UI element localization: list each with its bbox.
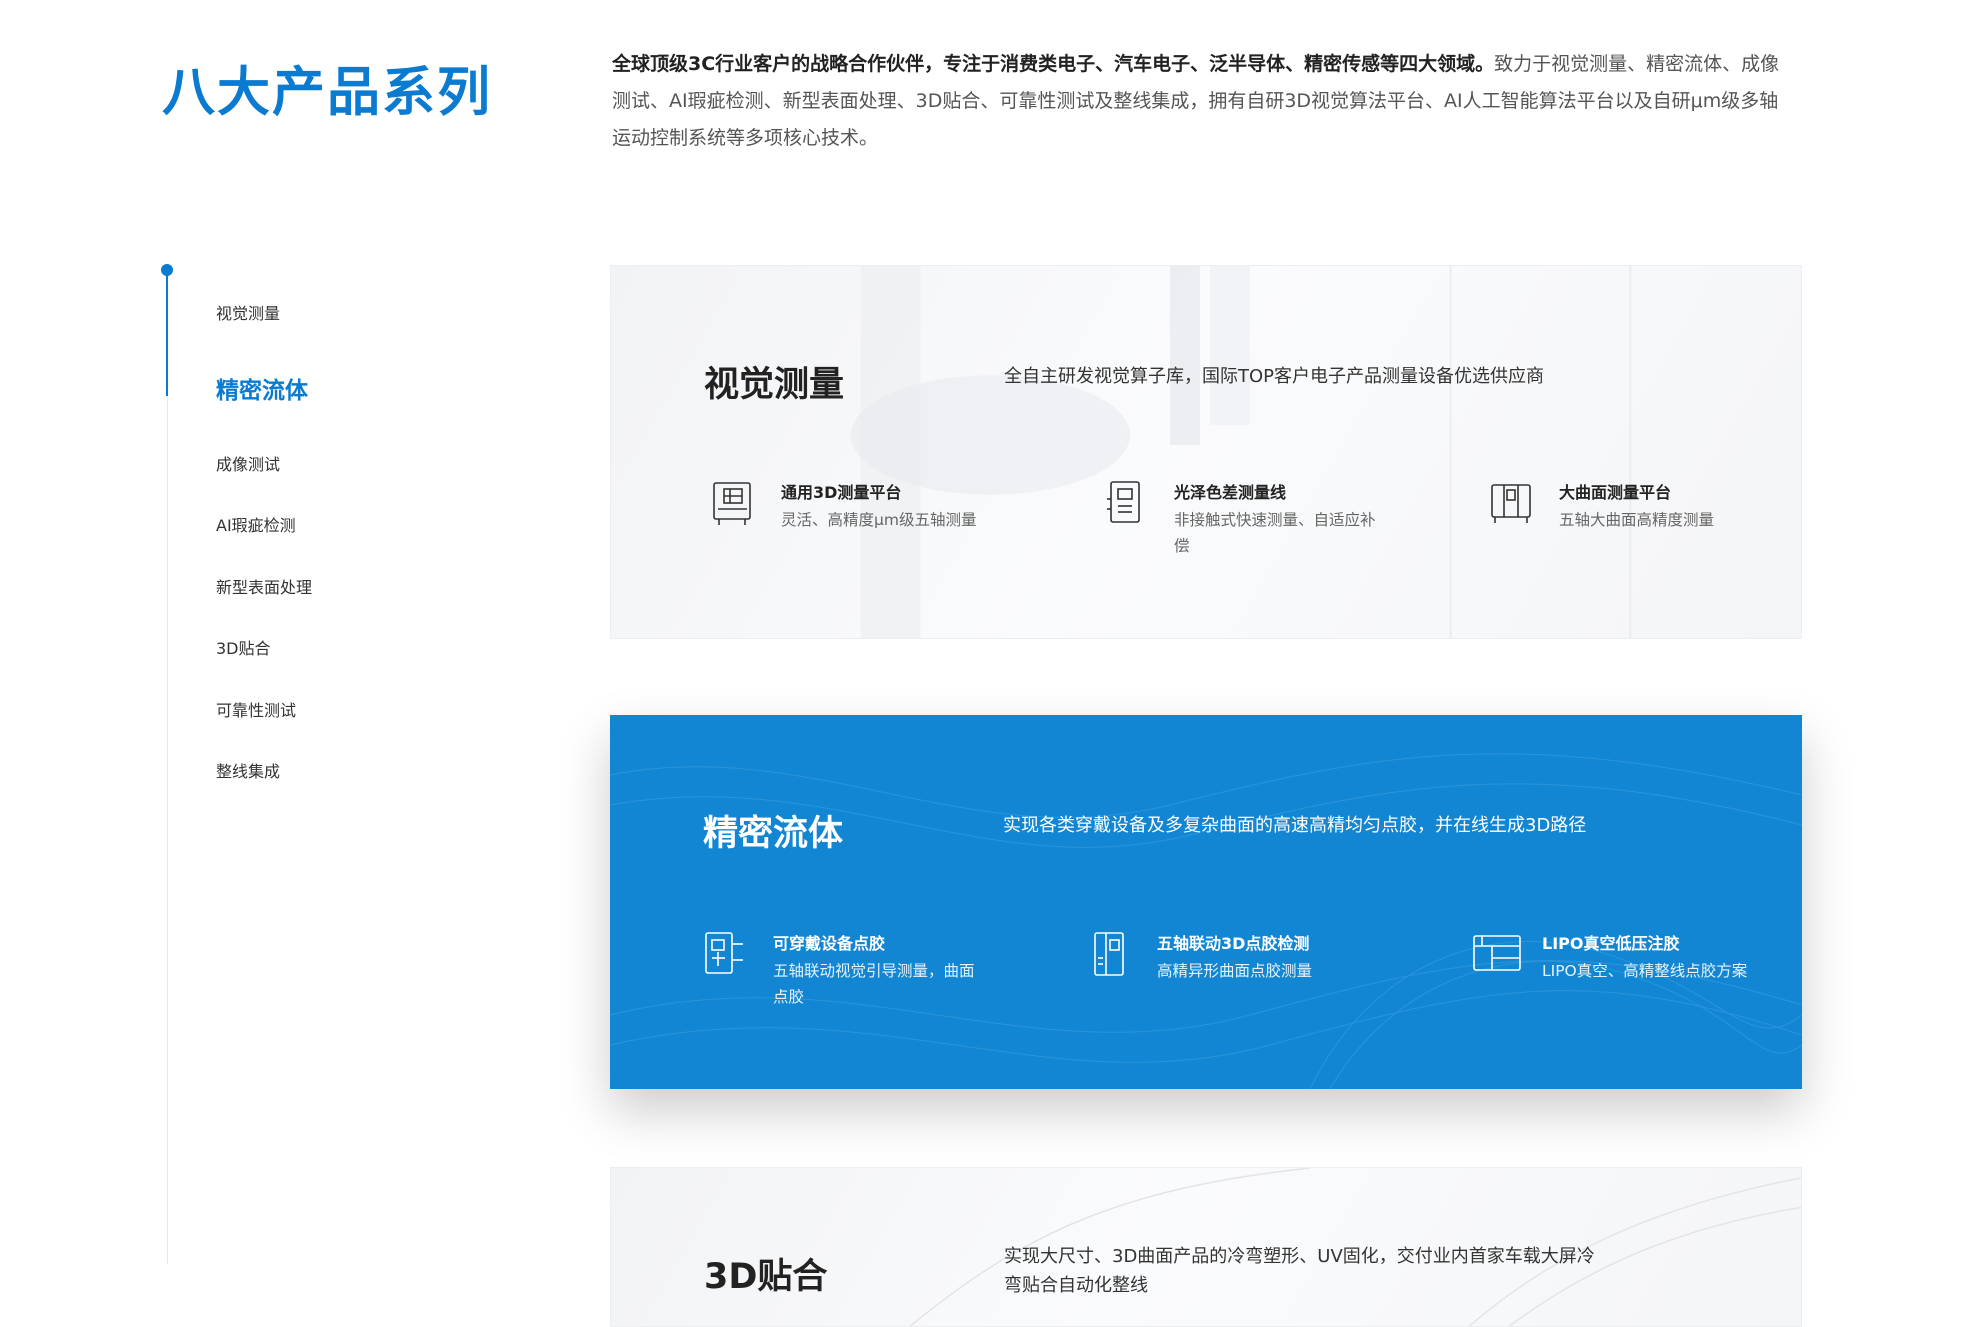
card-description: 实现大尺寸、3D曲面产品的冷弯塑形、UV固化，交付业内首家车载大屏冷弯贴合自动化… <box>1004 1246 1595 1296</box>
feature-name: 大曲面测量平台 <box>1559 483 1672 502</box>
curved-surface-icon <box>1489 479 1533 527</box>
feature-desc: 五轴大曲面高精度测量 <box>1559 511 1715 529</box>
gloss-line-icon <box>1104 479 1148 527</box>
nav-track-line <box>167 272 168 1264</box>
feature-desc: 灵活、高精度μm级五轴测量 <box>781 511 977 529</box>
card-wave-decoration <box>610 753 1802 1089</box>
nav-active-indicator <box>166 272 168 396</box>
nav-item-line-integration[interactable]: 整线集成 <box>216 758 280 782</box>
feature-name: 可穿戴设备点胶 <box>773 934 886 953</box>
card-description: 实现各类穿戴设备及多复杂曲面的高速高精均匀点胶，并在线生成3D路径 <box>1003 815 1587 836</box>
feature-desc: LIPO真空、高精整线点胶方案 <box>1542 962 1748 980</box>
card-title: 3D贴合 <box>704 1257 828 1297</box>
product-card-visual-measurement[interactable]: 视觉测量 全自主研发视觉算子库，国际TOP客户电子产品测量设备优选供应商 通用3… <box>610 265 1802 639</box>
product-card-precision-fluid[interactable]: 精密流体 实现各类穿戴设备及多复杂曲面的高速高精均匀点胶，并在线生成3D路径 可… <box>610 715 1802 1089</box>
card-background-decoration <box>850 266 1632 638</box>
nav-item-imaging-test[interactable]: 成像测试 <box>216 451 280 475</box>
product-card-3d-lamination[interactable]: 3D贴合 实现大尺寸、3D曲面产品的冷弯塑形、UV固化，交付业内首家车载大屏冷弯… <box>610 1167 1802 1327</box>
wearable-dispensing-icon <box>703 930 747 978</box>
nav-item-ai-defect[interactable]: AI瑕疵检测 <box>216 512 296 536</box>
feature-name: LIPO真空低压注胶 <box>1542 934 1680 953</box>
feature-desc: 五轴联动视觉引导测量，曲面点胶 <box>773 962 975 1006</box>
vacuum-injection-icon <box>1472 930 1521 978</box>
five-axis-icon <box>1087 930 1131 978</box>
feature-desc: 高精异形曲面点胶测量 <box>1157 962 1313 980</box>
nav-item-visual-measurement[interactable]: 视觉测量 <box>216 300 280 324</box>
nav-indicator-dot <box>161 264 173 276</box>
card-title: 精密流体 <box>703 814 844 854</box>
nav-item-3d-lamination[interactable]: 3D贴合 <box>216 635 271 659</box>
intro-bold-text: 全球顶级3C行业客户的战略合作伙伴，专注于消费类电子、汽车电子、泛半导体、精密传… <box>612 53 1495 75</box>
feature-name: 通用3D测量平台 <box>781 483 902 502</box>
feature-name: 光泽色差测量线 <box>1174 483 1287 502</box>
card-title: 视觉测量 <box>704 365 845 405</box>
feature-name: 五轴联动3D点胶检测 <box>1157 934 1310 953</box>
nav-item-surface-treatment[interactable]: 新型表面处理 <box>216 574 312 598</box>
measuring-platform-icon <box>711 479 755 527</box>
feature-desc: 非接触式快速测量、自适应补偿 <box>1174 511 1376 555</box>
nav-item-reliability-test[interactable]: 可靠性测试 <box>216 697 296 721</box>
card-description: 全自主研发视觉算子库，国际TOP客户电子产品测量设备优选供应商 <box>1004 366 1545 387</box>
intro-paragraph: 全球顶级3C行业客户的战略合作伙伴，专注于消费类电子、汽车电子、泛半导体、精密传… <box>612 46 1792 157</box>
page-title: 八大产品系列 <box>162 62 492 123</box>
nav-item-precision-fluid[interactable]: 精密流体 <box>216 371 308 405</box>
